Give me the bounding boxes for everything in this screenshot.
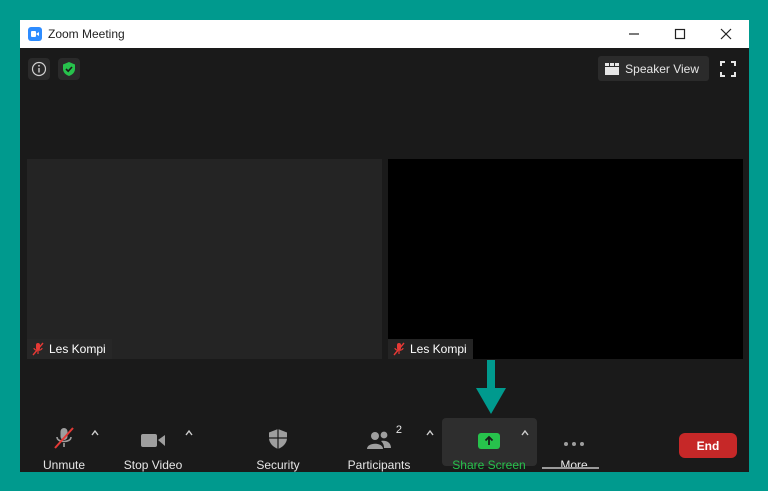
speaker-view-label: Speaker View xyxy=(625,61,699,76)
share-screen-icon xyxy=(478,433,500,449)
maximize-icon xyxy=(674,28,686,40)
chevron-up-icon xyxy=(426,429,434,436)
window-controls xyxy=(611,20,749,48)
more-label: More xyxy=(560,458,588,472)
zoom-app-icon xyxy=(28,27,42,41)
participants-count: 2 xyxy=(395,424,402,436)
zoom-window: Zoom Meeting Speaker View Les Kompi Les … xyxy=(20,20,749,472)
annotation-arrow-icon xyxy=(476,360,506,414)
more-dots-icon xyxy=(564,442,584,446)
close-button[interactable] xyxy=(703,20,749,48)
audio-options-caret[interactable] xyxy=(90,428,100,438)
stop-video-button[interactable]: Stop Video xyxy=(120,416,186,472)
more-hover-indicator xyxy=(542,467,599,469)
video-tile-2[interactable]: Les Kompi xyxy=(388,159,743,359)
title-bar: Zoom Meeting xyxy=(20,20,749,48)
muted-microphone-icon xyxy=(54,427,74,449)
meeting-toolbar: Unmute Stop Video Security 2 Participant… xyxy=(20,416,749,472)
participants-options-caret[interactable] xyxy=(425,428,435,438)
security-label: Security xyxy=(256,458,300,472)
security-shield-icon xyxy=(63,62,75,76)
encryption-status-button[interactable] xyxy=(58,58,80,80)
muted-mic-icon xyxy=(32,342,44,356)
fullscreen-button[interactable] xyxy=(719,60,737,78)
more-button[interactable]: More xyxy=(550,416,598,472)
muted-mic-icon xyxy=(393,342,405,356)
minimize-button[interactable] xyxy=(611,20,657,48)
participant-name: Les Kompi xyxy=(410,342,467,356)
share-screen-button[interactable]: Share Screen xyxy=(450,416,528,472)
window-title: Zoom Meeting xyxy=(48,27,125,41)
info-icon xyxy=(31,61,47,77)
unmute-button[interactable]: Unmute xyxy=(38,416,90,472)
close-icon xyxy=(720,28,732,40)
shield-icon xyxy=(269,429,287,449)
participants-button[interactable]: 2 Participants xyxy=(346,416,412,472)
speaker-view-button[interactable]: Speaker View xyxy=(598,56,709,81)
video-options-caret[interactable] xyxy=(184,428,194,438)
participant-name-tag: Les Kompi xyxy=(27,339,112,359)
participants-label: Participants xyxy=(347,458,411,472)
stop-video-label: Stop Video xyxy=(123,458,183,472)
video-tile-1[interactable]: Les Kompi xyxy=(27,159,382,359)
participants-icon xyxy=(367,431,391,449)
minimize-icon xyxy=(629,33,639,35)
meeting-info-button[interactable] xyxy=(28,58,50,80)
video-camera-icon xyxy=(141,434,165,447)
share-screen-label: Share Screen xyxy=(452,458,526,472)
chevron-up-icon xyxy=(91,429,99,436)
participant-name: Les Kompi xyxy=(49,342,106,356)
grid-icon xyxy=(605,62,620,75)
end-meeting-button[interactable]: End xyxy=(679,433,737,458)
share-options-caret[interactable] xyxy=(520,428,530,438)
maximize-button[interactable] xyxy=(657,20,703,48)
security-button[interactable]: Security xyxy=(252,416,304,472)
meeting-info-group xyxy=(28,58,80,80)
chevron-up-icon xyxy=(521,429,529,436)
participant-name-tag: Les Kompi xyxy=(388,339,473,359)
fullscreen-icon xyxy=(720,61,736,77)
unmute-label: Unmute xyxy=(42,458,86,472)
chevron-up-icon xyxy=(185,429,193,436)
